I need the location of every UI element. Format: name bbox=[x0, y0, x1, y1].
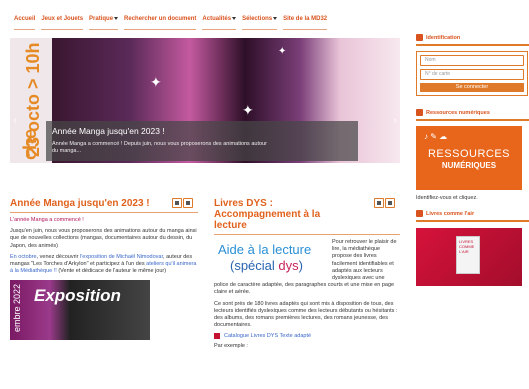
print-icon[interactable] bbox=[385, 198, 395, 208]
resources-note: Identifiez-vous et cliquez. bbox=[416, 195, 478, 201]
divider bbox=[416, 119, 529, 121]
nav-item-pratique[interactable]: Pratique bbox=[89, 16, 119, 30]
name-field[interactable]: Nom bbox=[420, 55, 524, 66]
nav-item-md32[interactable]: Site de la MD32 bbox=[283, 16, 328, 30]
nav-item-selections[interactable]: Sélections bbox=[242, 16, 278, 30]
connect-button[interactable]: Se connecter bbox=[420, 83, 524, 92]
star-decoration-icon: ✦ bbox=[242, 102, 254, 118]
text-span: (Vente et dédicace de l'auteur le même j… bbox=[56, 268, 167, 275]
print-icon[interactable] bbox=[183, 198, 193, 208]
nav-item-rechercher[interactable]: Rechercher un document bbox=[124, 16, 197, 30]
sidebar: Identification Nom N° de carte Se connec… bbox=[416, 33, 529, 286]
livres-cover: LIVRES COMME L'AIR bbox=[456, 236, 480, 274]
star-decoration-icon: ✦ bbox=[150, 74, 162, 90]
catalogue-link[interactable]: Catalogue Livres DYS Texte adapté bbox=[214, 333, 400, 340]
slider-caption[interactable]: Année Manga jusqu'en 2023 ! Année Manga … bbox=[46, 121, 358, 161]
nav-item-actualites[interactable]: Actualités bbox=[202, 16, 237, 30]
article-dys: Livres DYS : Accompagnement à la lecture… bbox=[214, 198, 400, 351]
divider bbox=[416, 44, 529, 46]
aide-lecture-logo: Aide à la lecture (spécial dys) bbox=[214, 239, 326, 277]
resources-heading: Ressources numériques bbox=[416, 108, 529, 118]
logo-text: ) bbox=[298, 258, 303, 273]
exposition-link[interactable]: l'exposition de Michaël Nimodovar bbox=[80, 254, 163, 260]
article-subtitle: L'année Manga a commencé ! bbox=[10, 217, 84, 223]
logo-line1: Aide à la lecture bbox=[218, 242, 312, 257]
catalogue-label[interactable]: Catalogue Livres DYS Texte adapté bbox=[224, 333, 311, 339]
pdf-icon bbox=[214, 333, 220, 340]
text-span: , venez découvrir bbox=[36, 253, 81, 260]
divider bbox=[214, 234, 400, 235]
identification-heading: Identification bbox=[416, 33, 529, 43]
slider-prev-icon[interactable]: ‹ bbox=[10, 114, 20, 128]
login-form: Nom N° de carte Se connecter bbox=[416, 51, 528, 96]
divider bbox=[10, 212, 198, 213]
slider-caption-text: Année Manga a commencé ! Depuis juin, no… bbox=[52, 141, 267, 154]
share-icon[interactable] bbox=[374, 198, 384, 208]
book-icon bbox=[416, 210, 423, 217]
identification-title: Identification bbox=[426, 35, 461, 41]
october-link[interactable]: En octobre bbox=[10, 254, 37, 260]
poster-date: embre 2022 bbox=[12, 284, 22, 333]
livres-heading: Livres comme l'air bbox=[416, 209, 529, 219]
share-icon[interactable] bbox=[172, 198, 182, 208]
article-title[interactable]: Année Manga jusqu'en 2023 ! bbox=[10, 198, 160, 209]
poster-title: Exposition bbox=[34, 286, 121, 306]
slider-vertical-text-2: che bbox=[20, 128, 40, 160]
article-tools bbox=[374, 198, 395, 208]
livres-title: Livres comme l'air bbox=[426, 211, 475, 217]
article-title[interactable]: Livres DYS : Accompagnement à la lecture bbox=[214, 198, 354, 231]
article-manga: Année Manga jusqu'en 2023 ! L'année Mang… bbox=[10, 198, 198, 341]
resources-banner-line1: RESSOURCES bbox=[427, 148, 511, 160]
book-icon bbox=[416, 109, 423, 116]
slider-next-icon[interactable]: › bbox=[390, 114, 400, 128]
article-paragraph: Ce sont près de 180 livres adaptés qui s… bbox=[214, 300, 398, 329]
hero-slider[interactable]: 23 octo > 10h che ✦ ✦ ✦ ‹ › Année Manga … bbox=[10, 38, 400, 163]
logo-text: (spécial bbox=[230, 258, 279, 273]
resources-title: Ressources numériques bbox=[426, 110, 490, 116]
nav-item-accueil[interactable]: Accueil bbox=[14, 16, 36, 30]
login-icon bbox=[416, 34, 423, 41]
exposition-poster[interactable]: embre 2022 Exposition bbox=[10, 280, 150, 341]
resources-banner-line2: NUMÉRIQUES bbox=[441, 161, 497, 170]
nav-item-jeux[interactable]: Jeux et Jouets bbox=[41, 16, 84, 30]
example-label: Par exemple : bbox=[214, 343, 248, 350]
article-paragraph: Jusqu'en juin, nous vous proposerons des… bbox=[10, 228, 197, 249]
card-number-field[interactable]: N° de carte bbox=[420, 69, 524, 80]
article-tools bbox=[172, 198, 193, 208]
slider-caption-title[interactable]: Année Manga jusqu'en 2023 ! bbox=[52, 126, 165, 136]
music-icon: ♪ ✎ ☁ bbox=[424, 132, 448, 141]
resources-banner[interactable]: ♪ ✎ ☁ RESSOURCES NUMÉRIQUES bbox=[416, 126, 522, 190]
livres-comme-lair-banner[interactable]: LIVRES COMME L'AIR bbox=[416, 228, 522, 286]
divider bbox=[416, 220, 529, 222]
article-paragraph: En octobre, venez découvrir l'exposition… bbox=[10, 254, 198, 276]
logo-text: dys bbox=[278, 258, 299, 273]
logo-line2: (spécial dys) bbox=[230, 258, 303, 273]
main-nav: Accueil Jeux et Jouets Pratique Recherch… bbox=[14, 16, 328, 30]
star-decoration-icon: ✦ bbox=[278, 46, 287, 57]
